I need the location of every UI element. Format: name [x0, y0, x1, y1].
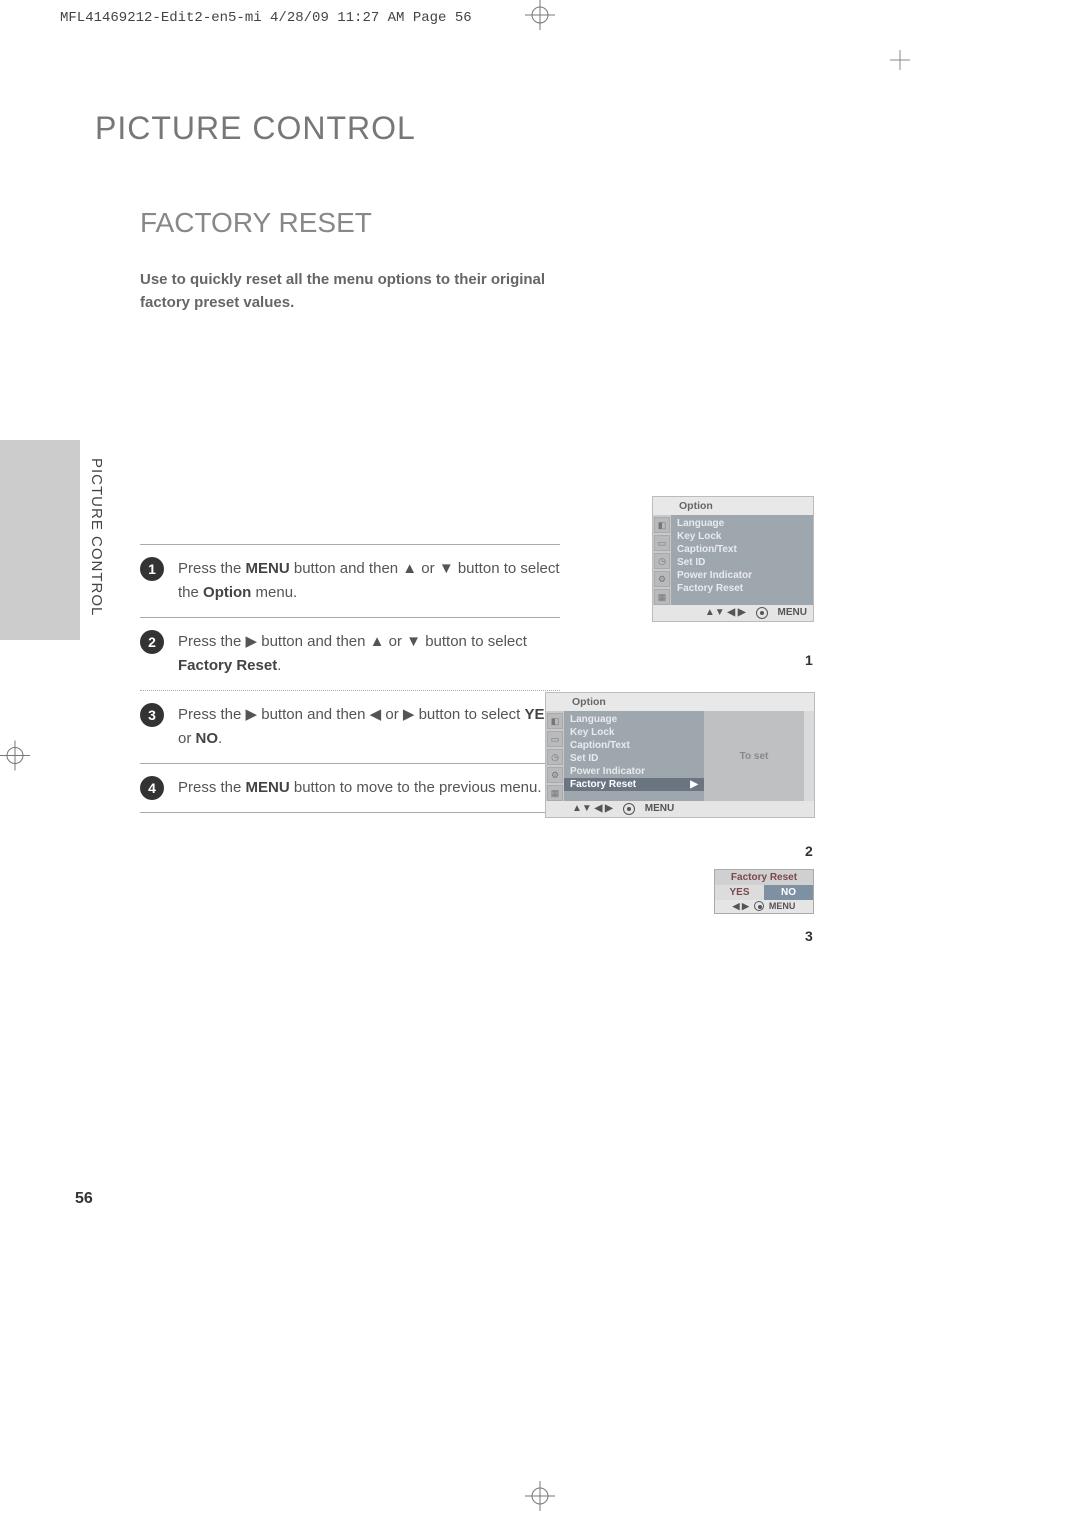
nav-arrows: ▲▼ ◀ ▶ — [572, 803, 613, 815]
print-header: MFL41469212-Edit2-en5-mi 4/28/09 11:27 A… — [60, 10, 472, 26]
step-bullet: 1 — [140, 557, 164, 581]
screen-icon: ▭ — [654, 535, 670, 551]
osd-title: Option — [653, 497, 813, 515]
lock-icon: ▦ — [547, 785, 563, 801]
osd-item-list: Language Key Lock Caption/Text Set ID Po… — [564, 711, 704, 801]
step-bullet: 4 — [140, 776, 164, 800]
figure-ref-2: 2 — [805, 843, 813, 859]
osd-item: Power Indicator — [671, 569, 813, 582]
crop-mark-right-icon — [890, 50, 910, 75]
registration-mark-bottom-icon — [525, 1481, 555, 1516]
confirm-yes: YES — [715, 885, 764, 900]
figure-ref-3: 3 — [805, 928, 813, 944]
time-icon: ◷ — [547, 749, 563, 765]
nav-menu: MENU — [778, 607, 807, 619]
osd-item: Factory Reset — [671, 582, 813, 595]
chapter-title: PICTURE CONTROL — [95, 110, 825, 147]
osd-item-selected: Factory Reset▶ — [564, 778, 704, 791]
page-number: 56 — [75, 1190, 93, 1208]
osd-item: Set ID — [564, 752, 704, 765]
figure-ref-1: 1 — [805, 652, 813, 668]
option-icon: ⚙ — [547, 767, 563, 783]
osd-category-icons: ◧ ▭ ◷ ⚙ ▦ — [653, 515, 671, 605]
osd-item: Caption/Text — [564, 739, 704, 752]
osd-item: Language — [564, 713, 704, 726]
confirm-title: Factory Reset — [715, 870, 813, 885]
step-2: 2 Press the ▶ button and then ▲ or ▼ but… — [140, 617, 560, 690]
chevron-right-icon: ▶ — [690, 779, 698, 790]
section-title: FACTORY RESET — [140, 207, 825, 239]
step-text: Press the MENU button to move to the pre… — [178, 776, 542, 800]
step-1: 1 Press the MENU button and then ▲ or ▼ … — [140, 544, 560, 617]
step-text: Press the MENU button and then ▲ or ▼ bu… — [178, 557, 560, 605]
picture-icon: ◧ — [547, 713, 563, 729]
osd-item: Set ID — [671, 556, 813, 569]
nav-arrows: ▲▼ ◀ ▶ — [705, 607, 746, 619]
lock-icon: ▦ — [654, 589, 670, 605]
enter-icon — [754, 901, 764, 911]
osd-nav-hints: ▲▼ ◀ ▶ MENU — [546, 801, 814, 817]
intro-text: Use to quickly reset all the menu option… — [140, 269, 560, 314]
step-text: Press the ▶ button and then ◀ or ▶ butto… — [178, 703, 560, 751]
confirm-no-selected: NO — [764, 885, 813, 900]
step-bullet: 2 — [140, 630, 164, 654]
screen-icon: ▭ — [547, 731, 563, 747]
osd-item: Power Indicator — [564, 765, 704, 778]
osd-detail-pane: To set — [704, 711, 804, 801]
time-icon: ◷ — [654, 553, 670, 569]
osd-nav-hints: ▲▼ ◀ ▶ MENU — [653, 605, 813, 621]
steps-list: 1 Press the MENU button and then ▲ or ▼ … — [140, 544, 560, 813]
option-icon: ⚙ — [654, 571, 670, 587]
step-3: 3 Press the ▶ button and then ◀ or ▶ but… — [140, 690, 560, 763]
nav-menu: MENU — [645, 803, 674, 815]
step-bullet: 3 — [140, 703, 164, 727]
osd-category-icons: ◧ ▭ ◷ ⚙ ▦ — [546, 711, 564, 801]
osd-item: Caption/Text — [671, 543, 813, 556]
side-tab-bar — [0, 440, 80, 640]
osd-item: Key Lock — [564, 726, 704, 739]
registration-mark-left-icon — [0, 741, 30, 776]
enter-icon — [756, 607, 768, 619]
osd-item: Language — [671, 517, 813, 530]
step-text: Press the ▶ button and then ▲ or ▼ butto… — [178, 630, 560, 678]
confirm-nav: ◀ ▶ MENU — [715, 900, 813, 913]
osd-confirm-dialog: Factory Reset YES NO ◀ ▶ MENU — [714, 869, 814, 914]
enter-icon — [623, 803, 635, 815]
step-4: 4 Press the MENU button to move to the p… — [140, 763, 560, 813]
picture-icon: ◧ — [654, 517, 670, 533]
registration-mark-top-icon — [525, 0, 555, 35]
osd-title: Option — [546, 693, 814, 711]
osd-screenshot-2: Option ◧ ▭ ◷ ⚙ ▦ Language Key Lock Capti… — [545, 692, 815, 818]
osd-item: Key Lock — [671, 530, 813, 543]
osd-item-list: Language Key Lock Caption/Text Set ID Po… — [671, 515, 813, 605]
osd-screenshot-1: Option ◧ ▭ ◷ ⚙ ▦ Language Key Lock Capti… — [652, 496, 814, 622]
